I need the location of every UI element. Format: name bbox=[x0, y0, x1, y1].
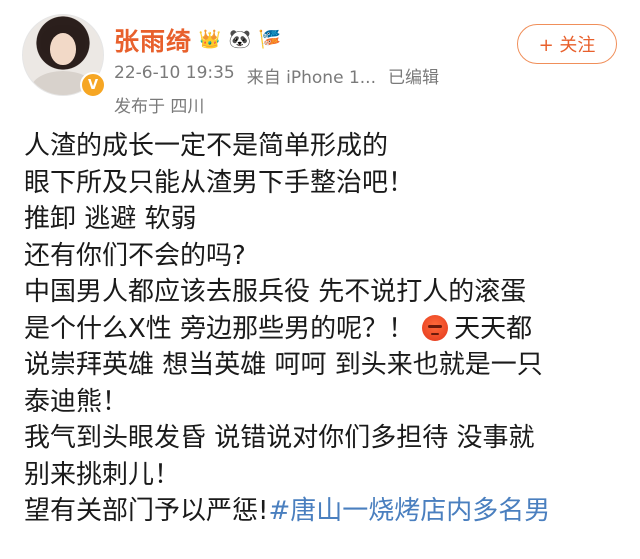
content-segment: 望有关部门予以严惩! bbox=[24, 496, 269, 526]
crown-badge-icon[interactable]: 👑 bbox=[198, 28, 222, 52]
content-line: 中国男人都应该去服兵役 先不说打人的滚蛋 bbox=[24, 277, 527, 307]
name-row: 张雨绮 👑 🐼 🎏 bbox=[114, 22, 282, 58]
content-line: 推卸 逃避 软弱 bbox=[24, 204, 197, 234]
content-segment: 天天都 bbox=[454, 313, 533, 344]
post-meta: 22-6-10 19:35 来自 iPhone 1... 已编辑 bbox=[114, 63, 439, 88]
fan-badge-icon[interactable]: 🎏 bbox=[258, 28, 282, 52]
content-segment: 是个什么X性 旁边那些男的呢？！ bbox=[24, 313, 415, 344]
username[interactable]: 张雨绮 bbox=[114, 22, 192, 58]
content-line-with-emoji: 是个什么X性 旁边那些男的呢？！ 天天都 bbox=[24, 311, 634, 348]
post-content: 人渣的成长一定不是简单形成的 眼下所及只能从渣男下手整治吧！ 推卸 逃避 软弱 … bbox=[24, 128, 634, 530]
edited-label[interactable]: 已编辑 bbox=[388, 63, 439, 88]
content-line: 还有你们不会的吗? bbox=[24, 240, 246, 271]
follow-button[interactable]: + 关注 bbox=[517, 24, 617, 64]
content-line: 眼下所及只能从渣男下手整治吧！ bbox=[24, 167, 415, 198]
angry-face-icon bbox=[422, 314, 449, 341]
content-line: 我气到头眼发昏 说错说对你们多担待 没事就 bbox=[24, 423, 535, 453]
hashtag-link[interactable]: #唐山一烧烤店内多名男 bbox=[268, 496, 550, 526]
content-line: 别来挑刺儿！ bbox=[24, 459, 181, 490]
post-location: 发布于 四川 bbox=[114, 97, 205, 117]
avatar-face bbox=[50, 33, 76, 65]
content-line: 说崇拜英雄 想当英雄 呵呵 到头来也就是一只 bbox=[24, 350, 543, 380]
verified-badge-icon: V bbox=[80, 72, 106, 98]
panda-badge-icon[interactable]: 🐼 bbox=[228, 28, 252, 52]
post-source[interactable]: 来自 iPhone 1... bbox=[247, 63, 376, 88]
post-time: 22-6-10 19:35 bbox=[114, 63, 235, 83]
content-line: 泰迪熊！ bbox=[24, 386, 129, 417]
content-line-with-hashtag: 望有关部门予以严惩!#唐山一烧烤店内多名男 bbox=[24, 493, 634, 530]
avatar-wrap[interactable]: V bbox=[22, 14, 106, 98]
content-line: 人渣的成长一定不是简单形成的 bbox=[24, 131, 389, 161]
